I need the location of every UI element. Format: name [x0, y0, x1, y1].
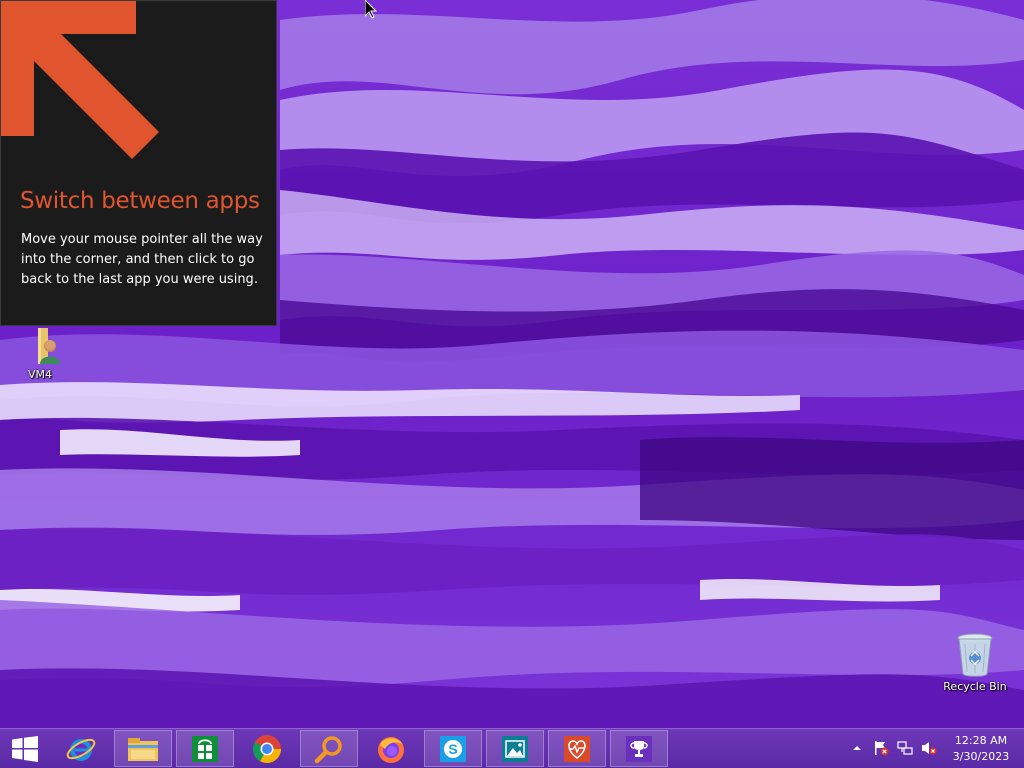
volume-button[interactable]	[921, 740, 937, 756]
arrow-up-left-icon	[1, 1, 159, 159]
network-button[interactable]	[897, 740, 913, 756]
start-button[interactable]	[0, 729, 50, 768]
skype-icon: S	[440, 735, 466, 762]
mouse-cursor-icon	[365, 0, 377, 19]
taskbar-app-search[interactable]	[300, 730, 358, 767]
chevron-up-icon	[853, 746, 861, 750]
desktop-screen: Switch between apps Move your mouse poin…	[0, 0, 1024, 768]
taskbar-app-chrome[interactable]	[238, 730, 296, 767]
taskbar-app-health[interactable]	[548, 730, 606, 767]
taskbar-app-firefox[interactable]	[362, 730, 420, 767]
chrome-icon	[253, 734, 281, 763]
taskbar-app-store[interactable]	[176, 730, 234, 767]
windows-logo-icon	[12, 735, 38, 762]
tip-title: Switch between apps	[20, 188, 260, 214]
photos-icon	[502, 735, 528, 762]
desktop-icon-label: VM4	[27, 368, 52, 381]
desktop-icon-vm4[interactable]: VM4	[0, 326, 80, 381]
desktop-icon-label: Recycle Bin	[943, 680, 1007, 693]
taskbar-app-skype[interactable]: S	[424, 730, 482, 767]
action-center-flag-button[interactable]	[873, 740, 889, 756]
clock-date: 3/30/2023	[952, 750, 1010, 763]
taskbar-app-trophy[interactable]	[610, 730, 668, 767]
clock-time: 12:28 AM	[954, 734, 1008, 747]
trophy-icon	[626, 735, 652, 762]
taskbar-clock[interactable]: 12:28 AM 3/30/2023	[944, 733, 1018, 765]
network-icon	[897, 741, 913, 755]
file-explorer-icon	[128, 737, 158, 761]
tip-body-text: Move your mouse pointer all the way into…	[21, 232, 263, 287]
switch-apps-tip-panel: Switch between apps Move your mouse poin…	[0, 0, 277, 326]
health-icon	[564, 735, 590, 762]
desktop-icon-recycle-bin[interactable]: Recycle Bin	[935, 630, 1015, 693]
taskbar: S 12:28 AM 3/30/2023	[0, 728, 1024, 768]
svg-text:S: S	[448, 741, 457, 757]
firefox-icon	[378, 736, 404, 763]
taskbar-app-file-explorer[interactable]	[114, 730, 172, 767]
recycle-bin-icon	[957, 633, 993, 677]
show-hidden-icons-button[interactable]	[849, 740, 865, 756]
taskbar-app-internet-explorer[interactable]	[52, 730, 110, 767]
action-center-flag-icon	[875, 741, 889, 756]
store-icon	[192, 735, 218, 762]
user-folder-icon	[38, 328, 60, 364]
volume-muted-icon	[922, 742, 937, 755]
magnifier-icon	[314, 735, 342, 763]
internet-explorer-icon	[66, 738, 96, 761]
taskbar-app-photos[interactable]	[486, 730, 544, 767]
